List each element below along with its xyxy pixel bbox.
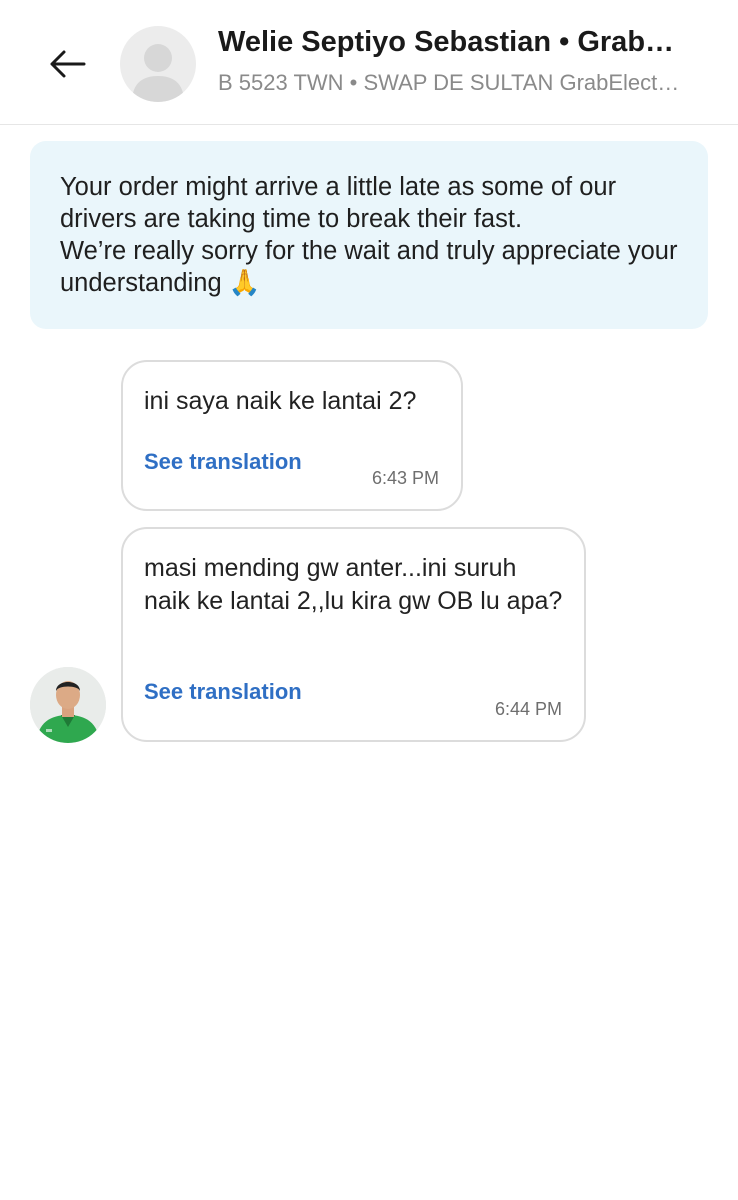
chat-header: Welie Septiyo Sebastian • Grab… B 5523 T…: [0, 0, 738, 125]
contact-avatar[interactable]: [120, 26, 196, 102]
delay-notice-banner: Your order might arrive a little late as…: [30, 141, 708, 329]
message-timestamp: 6:44 PM: [494, 699, 562, 719]
message-text: ini saya naik ke lantai 2?: [144, 387, 417, 415]
contact-name[interactable]: Welie Septiyo Sebastian • Grab…: [218, 26, 708, 59]
message-text: masi mending gw anter...ini suruh naik k…: [144, 554, 563, 615]
see-translation-link[interactable]: See translation: [144, 679, 302, 705]
message-timestamp: 6:43 PM: [371, 468, 439, 488]
vehicle-info: B 5523 TWN • SWAP DE SULTAN GrabElect…: [218, 70, 680, 95]
message-bubble[interactable]: ini saya naik ke lantai 2? See translati…: [121, 360, 463, 511]
person-placeholder-icon: [132, 44, 184, 102]
driver-avatar[interactable]: [30, 667, 106, 743]
see-translation-link[interactable]: See translation: [144, 449, 302, 475]
notice-line-1: Your order might arrive a little late as…: [60, 173, 617, 233]
notice-line-2: We’re really sorry for the wait and trul…: [60, 237, 678, 297]
arrow-left-icon: [50, 50, 86, 78]
message-bubble[interactable]: masi mending gw anter...ini suruh naik k…: [121, 527, 586, 742]
driver-photo: [30, 667, 106, 743]
back-button[interactable]: [44, 44, 90, 84]
